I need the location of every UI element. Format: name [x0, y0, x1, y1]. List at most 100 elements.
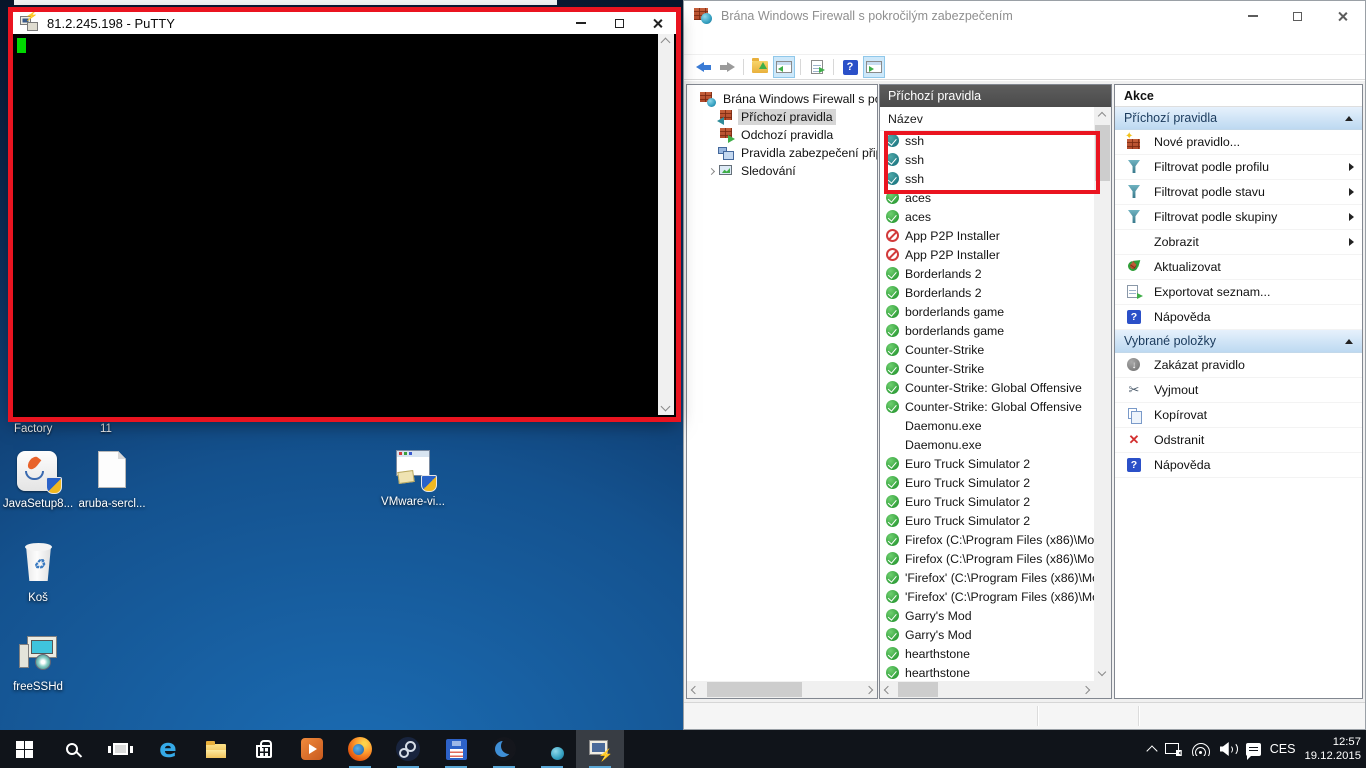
action-item-copy[interactable]: Kopírovat	[1115, 403, 1362, 428]
tree-item-outbound[interactable]: Odchozí pravidla	[687, 126, 877, 144]
firewall-rule-row[interactable]: Euro Truck Simulator 2	[880, 492, 1094, 511]
firewall-rule-row[interactable]: Firefox (C:\Program Files (x86)\Mozi	[880, 549, 1094, 568]
taskbar-button-search[interactable]	[48, 730, 96, 768]
show-action-pane-button[interactable]	[863, 56, 885, 78]
actions-section-header-inbound[interactable]: Příchozí pravidla	[1115, 107, 1362, 130]
putty-terminal[interactable]	[13, 34, 676, 417]
scroll-up-icon[interactable]	[1098, 112, 1106, 120]
menu-item[interactable]	[741, 40, 759, 46]
actions-section-header-selected[interactable]: Vybrané položky	[1115, 330, 1362, 353]
firewall-rule-row[interactable]: Garry's Mod	[880, 625, 1094, 644]
firewall-rule-row[interactable]: Counter-Strike: Global Offensive	[880, 378, 1094, 397]
scroll-down-icon[interactable]	[1098, 668, 1106, 676]
action-center-icon[interactable]	[1246, 743, 1261, 756]
scroll-down-icon[interactable]	[661, 402, 671, 412]
firewall-rule-row[interactable]: Euro Truck Simulator 2	[880, 473, 1094, 492]
taskbar-button-media-player[interactable]	[288, 730, 336, 768]
scroll-left-icon[interactable]	[884, 686, 892, 694]
firewall-rule-row[interactable]: Euro Truck Simulator 2	[880, 454, 1094, 473]
firewall-rule-row[interactable]: App P2P Installer	[880, 245, 1094, 264]
firewall-rule-row[interactable]: Garry's Mod	[880, 606, 1094, 625]
taskbar-button-firefox[interactable]	[336, 730, 384, 768]
scroll-up-icon[interactable]	[661, 38, 671, 48]
expand-chevron-icon[interactable]	[708, 167, 715, 174]
desktop-icon-java[interactable]: JavaSetup8...	[0, 449, 76, 510]
scroll-right-icon[interactable]	[865, 686, 873, 694]
firewall-rule-row[interactable]: Borderlands 2	[880, 283, 1094, 302]
taskbar-button-daemon-tools[interactable]	[480, 730, 528, 768]
taskbar-button-edge[interactable]	[144, 730, 192, 768]
firewall-close-button[interactable]	[1320, 1, 1365, 31]
tree-item-firewall-root[interactable]: Brána Windows Firewall s pokro	[687, 90, 877, 108]
desktop-icon-recycle[interactable]: Koš	[0, 543, 76, 604]
putty-close-button[interactable]	[638, 12, 676, 34]
firewall-rule-row[interactable]: Daemonu.exe	[880, 416, 1094, 435]
firewall-rule-row[interactable]: borderlands game	[880, 321, 1094, 340]
scroll-left-icon[interactable]	[691, 686, 699, 694]
firewall-rule-row[interactable]: hearthstone	[880, 644, 1094, 663]
action-item-delete[interactable]: Odstranit	[1115, 428, 1362, 453]
firewall-rule-row[interactable]: aces	[880, 207, 1094, 226]
putty-maximize-button[interactable]	[600, 12, 638, 34]
export-list-button[interactable]	[806, 56, 828, 78]
firewall-rule-row[interactable]: aces	[880, 188, 1094, 207]
back-button[interactable]	[692, 56, 714, 78]
scrollbar-thumb[interactable]	[1095, 125, 1110, 181]
action-item-refresh[interactable]: Aktualizovat	[1115, 255, 1362, 280]
tree-item-consec[interactable]: Pravidla zabezpečení připoj	[687, 144, 877, 162]
taskbar-button-task-view[interactable]	[96, 730, 144, 768]
firewall-rule-row[interactable]: ssh	[880, 169, 1094, 188]
volume-icon[interactable]	[1220, 742, 1237, 756]
wifi-icon[interactable]	[1191, 742, 1211, 756]
up-one-level-button[interactable]	[749, 56, 771, 78]
menu-item[interactable]	[687, 40, 705, 46]
ethernet-status-icon[interactable]	[1165, 742, 1182, 756]
scroll-right-icon[interactable]	[1082, 686, 1090, 694]
firewall-maximize-button[interactable]	[1275, 1, 1320, 31]
action-item-help[interactable]: Nápověda	[1115, 453, 1362, 478]
tree-horizontal-scrollbar[interactable]	[687, 681, 877, 698]
firewall-rule-row[interactable]: Borderlands 2	[880, 264, 1094, 283]
rules-horizontal-scrollbar[interactable]	[880, 681, 1094, 698]
firewall-rule-row[interactable]: App P2P Installer	[880, 226, 1094, 245]
firewall-rule-row[interactable]: Counter-Strike: Global Offensive	[880, 397, 1094, 416]
scrollbar-thumb[interactable]	[707, 682, 802, 697]
firewall-titlebar[interactable]: Brána Windows Firewall s pokročilým zabe…	[684, 1, 1365, 31]
firewall-rule-row[interactable]: Daemonu.exe	[880, 435, 1094, 454]
show-hidden-icons-chevron[interactable]	[1146, 745, 1157, 756]
firewall-rule-row[interactable]: Counter-Strike	[880, 359, 1094, 378]
desktop-icon-vmware[interactable]: VMware-vi...	[375, 447, 451, 508]
firewall-rule-row[interactable]: hearthstone	[880, 663, 1094, 681]
action-item-help[interactable]: Nápověda	[1115, 305, 1362, 330]
putty-titlebar[interactable]: ⚡ 81.2.245.198 - PuTTY	[13, 12, 676, 34]
firewall-rule-row[interactable]: Firefox (C:\Program Files (x86)\Mozi	[880, 530, 1094, 549]
show-console-tree-button[interactable]	[773, 56, 795, 78]
action-item-blank[interactable]: Zobrazit	[1115, 230, 1362, 255]
firewall-rule-row[interactable]: Counter-Strike	[880, 340, 1094, 359]
taskbar-button-steam[interactable]	[384, 730, 432, 768]
taskbar-button-store[interactable]	[240, 730, 288, 768]
taskbar-button-start[interactable]	[0, 730, 48, 768]
tree-item-monitoring[interactable]: Sledování	[687, 162, 877, 180]
action-item-export[interactable]: Exportovat seznam...	[1115, 280, 1362, 305]
menu-item[interactable]	[723, 40, 741, 46]
language-indicator[interactable]: CES	[1270, 742, 1296, 756]
column-header-name[interactable]: Název	[880, 107, 1094, 131]
taskbar-button-backup-app[interactable]	[432, 730, 480, 768]
help-button[interactable]: ?	[839, 56, 861, 78]
collapse-arrow-icon[interactable]	[1345, 116, 1353, 121]
firewall-minimize-button[interactable]	[1230, 1, 1275, 31]
action-item-cut[interactable]: Vyjmout	[1115, 378, 1362, 403]
action-item-filter[interactable]: Filtrovat podle profilu	[1115, 155, 1362, 180]
putty-minimize-button[interactable]	[562, 12, 600, 34]
firewall-rule-row[interactable]: ssh	[880, 150, 1094, 169]
firewall-rule-row[interactable]: Euro Truck Simulator 2	[880, 511, 1094, 530]
action-item-new-rule[interactable]: Nové pravidlo...	[1115, 130, 1362, 155]
desktop-icon-doc[interactable]: aruba-sercl...	[74, 449, 150, 510]
collapse-arrow-icon[interactable]	[1345, 339, 1353, 344]
firewall-rule-row[interactable]: ssh	[880, 131, 1094, 150]
desktop-icon-freesshd[interactable]: freeSSHd	[0, 632, 76, 693]
tree-item-inbound[interactable]: Příchozí pravidla	[687, 108, 877, 126]
action-item-filter[interactable]: Filtrovat podle skupiny	[1115, 205, 1362, 230]
forward-button[interactable]	[716, 56, 738, 78]
